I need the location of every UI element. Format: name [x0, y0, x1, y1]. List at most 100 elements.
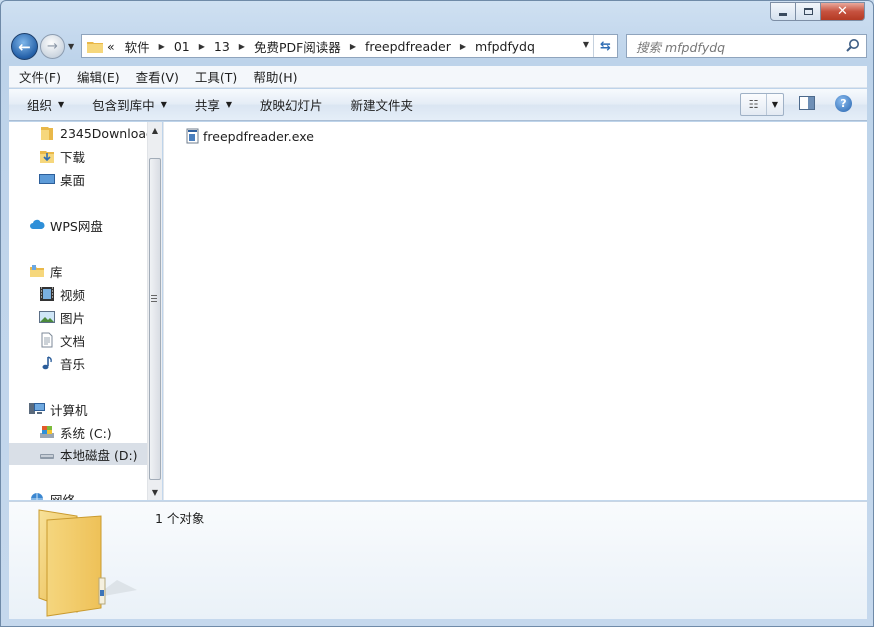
breadcrumb-item[interactable]: 软件 — [125, 37, 150, 56]
change-view-button[interactable]: ☷ ▼ — [740, 93, 784, 116]
documents-icon — [41, 332, 53, 348]
share-label: 共享 — [194, 98, 220, 113]
menu-file[interactable]: 文件(F) — [19, 67, 61, 86]
file-list[interactable]: freepdfreader.exe — [163, 122, 867, 500]
music-icon — [42, 356, 52, 370]
sidebar-item-label: 本地磁盘 (D:) — [60, 447, 138, 463]
refresh-icon: ⇆ — [600, 38, 611, 54]
arrow-right-icon: → — [47, 39, 58, 54]
sidebar-item-desktop[interactable]: 桌面 — [39, 168, 85, 190]
sidebar-item-drive-c[interactable]: 系统 (C:) — [39, 421, 112, 443]
arrow-left-icon: ← — [18, 37, 31, 56]
breadcrumb-item[interactable]: freepdfreader — [365, 39, 451, 54]
breadcrumb-item[interactable]: 13 — [214, 39, 230, 54]
sidebar-item-pictures[interactable]: 图片 — [39, 306, 85, 328]
menu-bar: 文件(F) 编辑(E) 查看(V) 工具(T) 帮助(H) — [9, 66, 867, 88]
breadcrumb-item[interactable]: mfpdfydq — [475, 39, 535, 54]
sidebar-item-computer[interactable]: 计算机 — [29, 398, 88, 420]
sidebar-item-label: 2345Download — [60, 125, 154, 141]
view-grid-icon[interactable]: ☷ — [741, 94, 767, 115]
maximize-button[interactable] — [796, 2, 821, 21]
sidebar-item-label: 图片 — [60, 310, 86, 326]
sidebar-item-videos[interactable]: 视频 — [39, 283, 85, 305]
downloads-icon — [40, 151, 54, 163]
organize-button[interactable]: 组织 ▼ — [27, 95, 64, 114]
slideshow-button[interactable]: 放映幻灯片 — [260, 95, 323, 114]
menu-view[interactable]: 查看(V) — [136, 67, 179, 86]
menu-help[interactable]: 帮助(H) — [253, 67, 297, 86]
include-in-library-label: 包含到库中 — [92, 98, 155, 113]
address-dropdown-icon[interactable]: ▼ — [583, 40, 589, 49]
cloud-icon — [30, 219, 45, 229]
forward-button[interactable]: → — [40, 34, 65, 59]
chevron-right-icon[interactable]: ▶ — [199, 42, 205, 51]
sidebar-item-label: WPS网盘 — [50, 218, 103, 234]
scroll-up-icon[interactable]: ▲ — [148, 122, 162, 138]
menu-edit[interactable]: 编辑(E) — [77, 67, 120, 86]
new-folder-button[interactable]: 新建文件夹 — [351, 95, 414, 114]
sidebar-item-wps-cloud[interactable]: WPS网盘 — [29, 214, 103, 236]
window-controls: ✕ — [770, 2, 865, 21]
breadcrumb-overflow[interactable]: « — [107, 39, 115, 54]
preview-pane-button[interactable] — [799, 96, 815, 110]
recent-pages-dropdown[interactable]: ▼ — [68, 42, 74, 51]
sidebar-item-music[interactable]: 音乐 — [39, 352, 85, 374]
search-icon[interactable] — [846, 38, 860, 52]
sidebar-item-label: 库 — [50, 264, 63, 280]
command-bar: 组织 ▼ 包含到库中 ▼ 共享 ▼ 放映幻灯片 新建文件夹 ☷ ▼ ? — [9, 89, 867, 121]
network-icon — [31, 493, 43, 500]
drive-c-icon — [40, 426, 54, 438]
chevron-right-icon[interactable]: ▶ — [460, 42, 466, 51]
minimize-button[interactable] — [770, 2, 796, 21]
sidebar-item-network[interactable]: 网络 — [29, 488, 75, 500]
refresh-button[interactable]: ⇆ — [593, 35, 617, 57]
sidebar-item-label: 音乐 — [60, 356, 86, 372]
scroll-grip-icon — [151, 295, 157, 302]
sidebar-item-label: 网络 — [50, 492, 76, 501]
breadcrumb-item[interactable]: 免费PDF阅读器 — [254, 37, 341, 56]
chevron-right-icon[interactable]: ▶ — [239, 42, 245, 51]
address-bar[interactable]: « 软件 ▶ 01 ▶ 13 ▶ 免费PDF阅读器 ▶ freepdfreade… — [81, 34, 618, 58]
folder-icon — [38, 509, 137, 617]
sidebar-item-label: 视频 — [60, 287, 86, 303]
sidebar-item-documents[interactable]: 文档 — [39, 329, 85, 351]
file-name: freepdfreader.exe — [203, 128, 314, 144]
pictures-icon — [39, 311, 55, 323]
maximize-icon — [803, 8, 813, 15]
sidebar-item-drive-d[interactable]: 本地磁盘 (D:) — [9, 443, 155, 465]
search-input[interactable]: 搜索 mfpdfydq — [626, 34, 867, 58]
scrollbar-thumb[interactable] — [149, 158, 161, 480]
chevron-down-icon: ▼ — [58, 100, 65, 109]
breadcrumb-item[interactable]: 01 — [174, 39, 190, 54]
navigation-pane: 2345Download 下载 桌面 WPS网盘 库 视频 图片 文档 音乐 计… — [9, 122, 162, 500]
sidebar-item-label: 系统 (C:) — [60, 425, 112, 441]
sidebar-item-2345download[interactable]: 2345Download — [39, 122, 154, 144]
share-button[interactable]: 共享 ▼ — [195, 95, 232, 114]
close-button[interactable]: ✕ — [821, 2, 865, 21]
scroll-down-icon[interactable]: ▼ — [148, 484, 162, 500]
include-in-library-button[interactable]: 包含到库中 ▼ — [92, 95, 167, 114]
back-button[interactable]: ← — [11, 33, 38, 60]
sidebar-item-label: 文档 — [60, 333, 86, 349]
search-placeholder: 搜索 mfpdfydq — [636, 39, 726, 55]
details-pane: 1 个对象 — [9, 501, 867, 619]
chevron-right-icon[interactable]: ▶ — [350, 42, 356, 51]
chevron-down-icon[interactable]: ▼ — [767, 94, 783, 115]
minimize-icon — [779, 12, 787, 16]
sidebar-item-libraries[interactable]: 库 — [29, 260, 63, 282]
desktop-icon — [39, 174, 55, 184]
menu-tools[interactable]: 工具(T) — [195, 67, 237, 86]
sidebar-item-downloads[interactable]: 下载 — [39, 145, 85, 167]
item-count: 1 个对象 — [155, 511, 205, 526]
explorer-window: ✕ ← → ▼ « 软件 ▶ 01 ▶ 13 ▶ 免费PDF阅读器 ▶ free… — [0, 0, 874, 627]
chevron-right-icon[interactable]: ▶ — [159, 42, 165, 51]
help-button[interactable]: ? — [835, 95, 852, 112]
folder-icon — [41, 127, 53, 140]
file-item[interactable]: freepdfreader.exe — [186, 128, 314, 144]
computer-icon — [29, 403, 45, 414]
library-icon — [30, 265, 44, 277]
drive-d-icon — [40, 454, 54, 459]
chevron-down-icon: ▼ — [225, 100, 233, 109]
sidebar-item-label: 桌面 — [60, 172, 86, 188]
navigation-scrollbar[interactable]: ▲ ▼ — [147, 122, 162, 500]
